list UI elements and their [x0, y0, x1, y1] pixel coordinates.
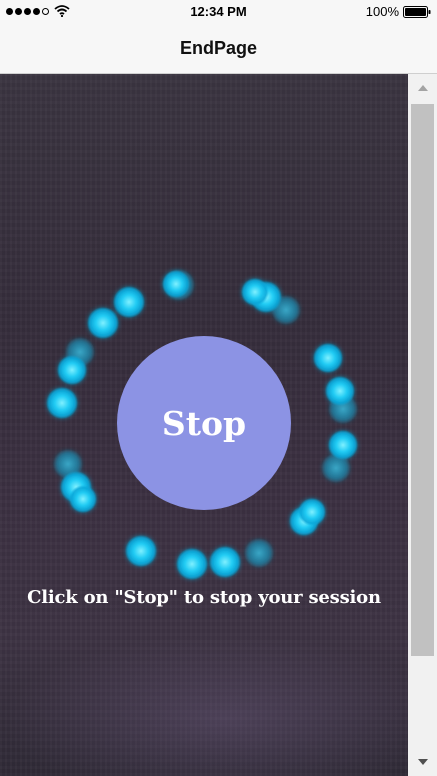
scroll-up-button[interactable] — [408, 74, 437, 102]
background-haze — [0, 634, 408, 776]
scrollbar-thumb[interactable] — [411, 104, 434, 656]
battery-icon — [403, 6, 431, 18]
vertical-scrollbar[interactable] — [408, 74, 437, 776]
arrow-down-icon — [417, 759, 428, 765]
scroll-down-button[interactable] — [408, 748, 437, 776]
phone-screen: 12:34 PM 100% EndPage Stop Click on "Sto… — [0, 0, 437, 776]
navigation-bar: EndPage — [0, 24, 437, 74]
status-bar: 12:34 PM 100% — [0, 0, 437, 24]
page-title: EndPage — [179, 38, 258, 58]
stop-button[interactable]: Stop — [117, 336, 291, 510]
battery-percent: 100% — [365, 4, 399, 19]
arrow-up-icon — [417, 85, 428, 91]
instruction-text: Click on "Stop" to stop your session — [27, 587, 381, 608]
session-content: Stop Click on "Stop" to stop your sessio… — [0, 74, 408, 776]
